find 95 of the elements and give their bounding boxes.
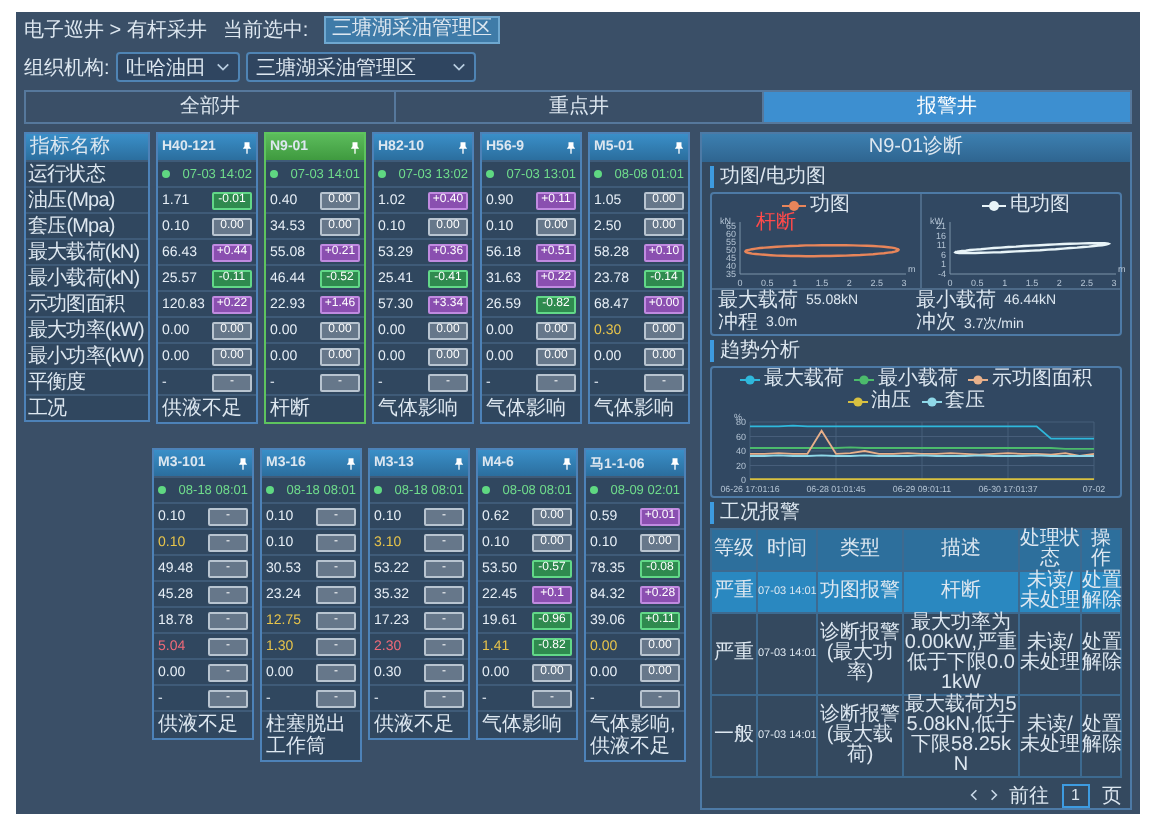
table-cell: 杆断 — [903, 571, 1019, 613]
unit-select[interactable]: 三塘湖采油管理区 — [245, 52, 476, 82]
condition-text: 杆断 — [270, 398, 312, 420]
action-link[interactable]: 处置 — [1082, 634, 1120, 654]
alert-label: 杆断 — [756, 214, 796, 234]
stat-label: 冲程 — [718, 313, 758, 333]
pin-icon[interactable] — [350, 141, 360, 153]
table-cell: 功图报警 — [817, 571, 903, 613]
pin-icon[interactable] — [238, 457, 248, 469]
table-cell: 诊断报警(最大载荷) — [817, 695, 903, 777]
current-selection-tag: 三塘湖采油管理区 — [324, 16, 501, 44]
goto-label: 前往 — [1009, 783, 1050, 809]
condition-text: 气体影响 — [594, 398, 676, 420]
table-cell: 未读/未处理 — [1019, 695, 1081, 777]
status-dot-icon — [482, 486, 490, 494]
pin-icon[interactable] — [562, 457, 572, 469]
table-cell: 严重 — [711, 571, 757, 613]
column-header: 类型 — [817, 529, 903, 571]
action-link[interactable]: 处置 — [1082, 716, 1120, 736]
previous-page-icon[interactable] — [969, 788, 978, 802]
page-input[interactable]: 1 — [1061, 783, 1090, 807]
indicator-label: 最大功率(kW) — [28, 317, 144, 344]
table-cell: 一般 — [711, 695, 757, 777]
page-unit-label: 页 — [1102, 783, 1122, 809]
legend-label: 最大载荷 — [764, 369, 844, 389]
indicator-label: 运行状态 — [28, 161, 105, 188]
status-dot-icon — [374, 486, 382, 494]
pin-icon[interactable] — [670, 457, 680, 469]
stat-label: 最小载荷 — [916, 291, 996, 311]
status-dot-icon — [594, 170, 602, 178]
table-cell: 最大载荷为55.08kN,低于下限58.25kN — [903, 695, 1019, 777]
breadcrumb: 电子巡井 > 有杆采井 — [24, 17, 207, 44]
indicator-label: 最小功率(kW) — [28, 343, 144, 370]
pin-icon[interactable] — [242, 141, 252, 153]
stat-label: 最大载荷 — [718, 291, 798, 311]
caret-icon — [215, 62, 230, 72]
pin-icon[interactable] — [458, 141, 468, 153]
pin-icon[interactable] — [346, 457, 356, 469]
org-label: 组织机构: — [24, 55, 110, 81]
legend-label: 功图 — [810, 195, 850, 215]
condition-text: 气体影响 — [486, 398, 568, 420]
condition-text: 气体影响 — [378, 398, 460, 420]
legend-label: 套压 — [945, 391, 985, 411]
action-link[interactable]: 解除 — [1082, 654, 1120, 674]
legend-label: 示功图面积 — [992, 369, 1092, 389]
stat-label: 冲次 — [916, 313, 956, 333]
legend-label: 最小载荷 — [878, 369, 958, 389]
column-header: 描述 — [903, 529, 1019, 571]
section-title: 工况报警 — [710, 502, 1122, 524]
column-header: 指标名称 — [26, 134, 148, 160]
caret-icon — [451, 62, 466, 72]
column-header: 处理状态 — [1019, 529, 1081, 571]
condition-text: 供液不足 — [158, 714, 240, 736]
legend-label: 油压 — [871, 391, 911, 411]
status-dot-icon — [486, 170, 494, 178]
well-tab[interactable]: 全部井 — [26, 92, 394, 122]
table-cell: 诊断报警(最大功率) — [817, 613, 903, 695]
table-cell: 最大功率为0.00kW,严重低于下限0.01kW — [903, 613, 1019, 695]
condition-text: 供液不足 — [374, 714, 456, 736]
y-axis — [949, 221, 951, 275]
indicator-label: 油压(Mpa) — [28, 187, 115, 214]
table-cell: 未读/未处理 — [1019, 613, 1081, 695]
status-dot-icon — [270, 170, 278, 178]
column-header: 等级 — [711, 529, 757, 571]
legend-label: 电功图 — [1010, 195, 1070, 215]
condition-text: 供液不足 — [162, 398, 244, 420]
table-cell: 未读/未处理 — [1019, 571, 1081, 613]
pin-icon[interactable] — [454, 457, 464, 469]
indicator-label: 最大载荷(kN) — [28, 239, 140, 266]
section-title: 功图/电功图 — [710, 166, 1122, 188]
condition-text: 气体影响, 供液不足 — [590, 714, 678, 758]
condition-text: 气体影响 — [482, 714, 564, 736]
section-title: 趋势分析 — [710, 340, 1122, 362]
next-page-icon[interactable] — [989, 788, 998, 802]
indicator-label: 工况 — [28, 396, 67, 422]
table-cell: 严重 — [711, 613, 757, 695]
status-dot-icon — [162, 170, 170, 178]
current-selection-label: 当前选中: — [222, 17, 309, 44]
column-header: 时间 — [757, 529, 817, 571]
action-link[interactable]: 解除 — [1082, 736, 1120, 756]
column-header: 操作 — [1081, 529, 1121, 571]
indicator-label: 示功图面积 — [28, 291, 125, 318]
indicator-label: 最小载荷(kN) — [28, 265, 140, 292]
condition-text: 柱塞脱出工作筒 — [266, 714, 348, 758]
status-dot-icon — [590, 486, 598, 494]
indicator-label: 平衡度 — [28, 369, 86, 396]
org-select[interactable]: 吐哈油田 — [115, 52, 240, 82]
pin-icon[interactable] — [566, 141, 576, 153]
status-dot-icon — [158, 486, 166, 494]
status-dot-icon — [378, 170, 386, 178]
indicator-label: 套压(Mpa) — [28, 214, 115, 240]
status-dot-icon — [266, 486, 274, 494]
y-axis — [739, 221, 741, 275]
pin-icon[interactable] — [674, 141, 684, 153]
panel-title: N9-01诊断 — [702, 134, 1130, 162]
